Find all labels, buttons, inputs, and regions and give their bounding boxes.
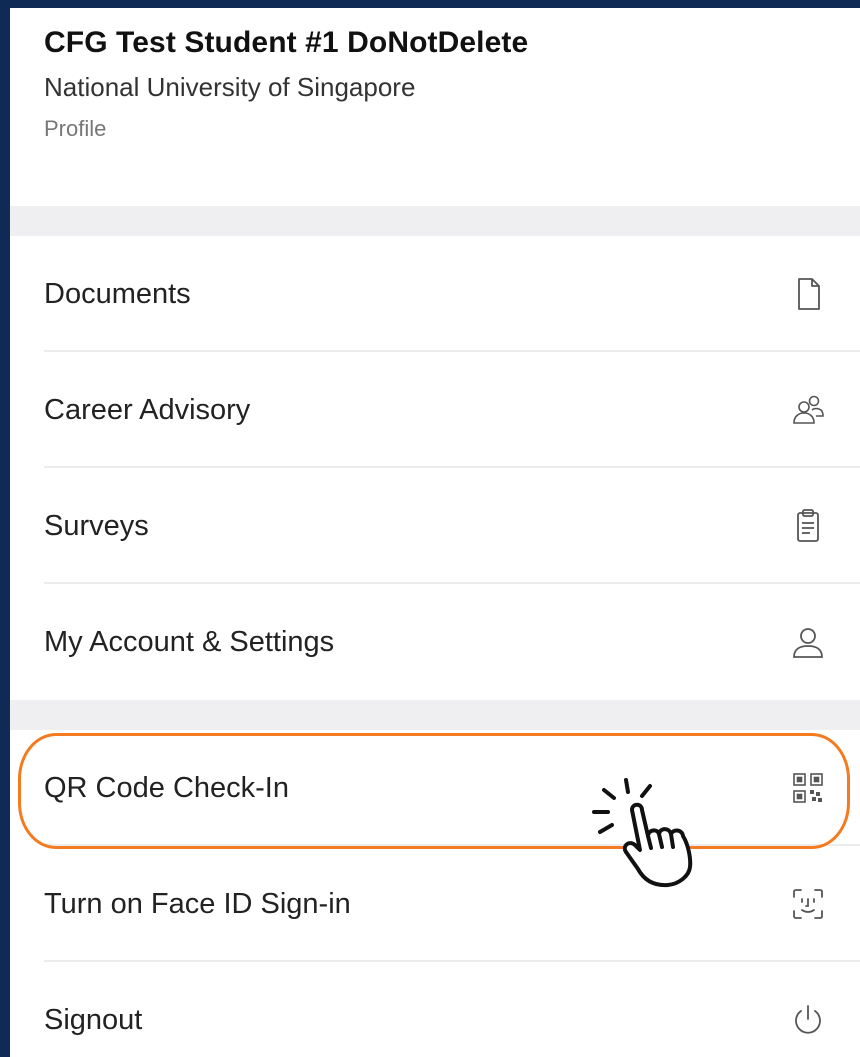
organization-name: National University of Singapore	[44, 72, 416, 102]
menu-item-label: Career Advisory	[44, 394, 251, 426]
menu-item-documents[interactable]: Documents	[10, 236, 860, 352]
tap-hand-icon	[582, 772, 722, 892]
menu-item-label: Documents	[44, 278, 191, 310]
person-icon	[790, 624, 826, 660]
clipboard-icon	[790, 508, 826, 544]
menu-screen: CFG Test Student #1 DoNotDelete National…	[10, 8, 860, 1057]
menu-item-career-advisory[interactable]: Career Advisory	[10, 352, 860, 468]
user-name: CFG Test Student #1 DoNotDelete	[44, 26, 529, 59]
menu-item-signout[interactable]: Signout	[10, 962, 860, 1057]
section-separator	[10, 206, 860, 236]
menu-item-label: Surveys	[44, 510, 149, 542]
document-icon	[790, 276, 826, 312]
power-icon	[790, 1002, 826, 1038]
profile-link[interactable]: Profile	[44, 116, 106, 142]
menu-item-label: Signout	[44, 1004, 143, 1036]
section-separator	[10, 700, 860, 730]
profile-header[interactable]: CFG Test Student #1 DoNotDelete National…	[10, 8, 860, 206]
face-id-icon	[790, 886, 826, 922]
people-icon	[790, 392, 826, 428]
menu-item-label: My Account & Settings	[44, 626, 335, 658]
menu-item-account-settings[interactable]: My Account & Settings	[10, 584, 860, 700]
highlight-outline	[18, 733, 850, 849]
menu-item-face-id[interactable]: Turn on Face ID Sign-in	[10, 846, 860, 962]
menu-item-surveys[interactable]: Surveys	[10, 468, 860, 584]
menu-item-label: Turn on Face ID Sign-in	[44, 888, 351, 920]
